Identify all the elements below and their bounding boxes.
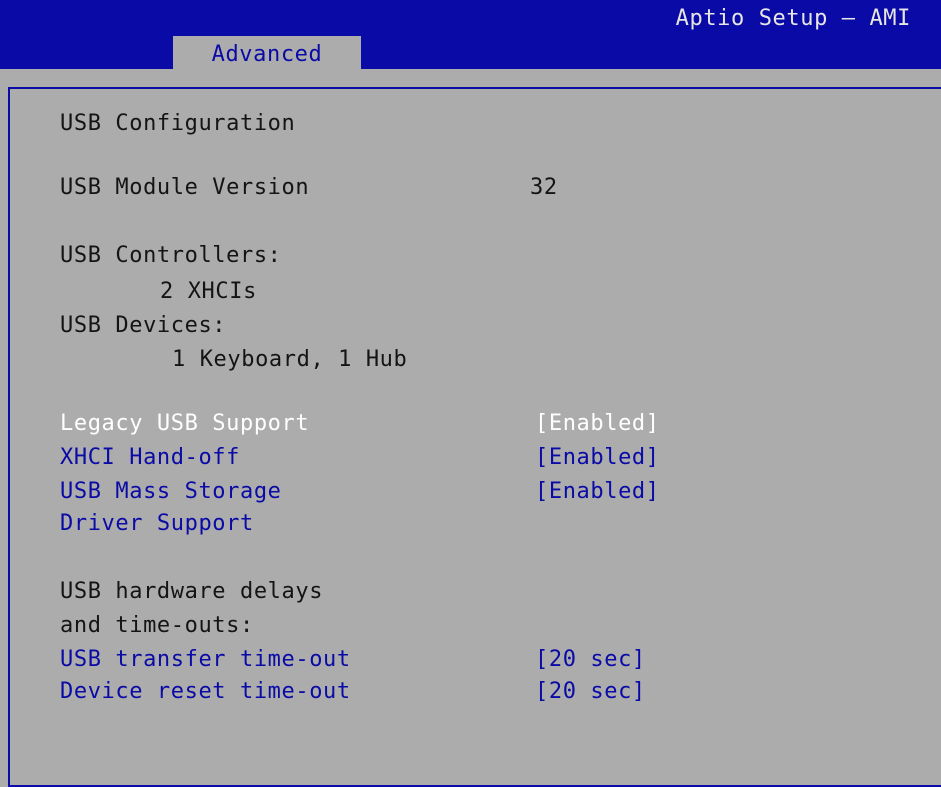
app-title: Aptio Setup – AMI [675, 6, 911, 31]
controllers-value: 2 XHCIs [160, 279, 257, 304]
section-title: USB Configuration [60, 111, 296, 136]
delays-heading: USB hardware delays [60, 579, 324, 604]
setting-label: Device reset time-out [60, 679, 351, 704]
setting-device-reset-timeout[interactable]: Device reset time-out [20 sec] [0, 676, 760, 708]
setting-usb-mass-storage-line2[interactable]: Driver Support [0, 508, 760, 540]
controllers-label: USB Controllers: [60, 243, 282, 268]
setting-value[interactable]: [20 sec] [535, 644, 646, 676]
setting-value[interactable]: [Enabled] [535, 442, 660, 474]
module-version-value: 32 [530, 175, 558, 200]
setting-value[interactable]: [Enabled] [535, 408, 660, 440]
setting-label: USB Mass Storage [60, 479, 282, 504]
setting-usb-transfer-timeout[interactable]: USB transfer time-out [20 sec] [0, 644, 760, 676]
setting-value[interactable]: [20 sec] [535, 676, 646, 708]
setting-xhci-hand-off[interactable]: XHCI Hand-off [Enabled] [0, 442, 760, 474]
devices-label: USB Devices: [60, 313, 227, 338]
tab-advanced[interactable]: Advanced [173, 36, 361, 73]
setting-value[interactable]: [Enabled] [535, 476, 660, 508]
module-version-label: USB Module Version [60, 175, 310, 200]
setting-legacy-usb-support[interactable]: Legacy USB Support [Enabled] [0, 408, 760, 440]
devices-value: 1 Keyboard, 1 Hub [172, 347, 408, 372]
setting-label-line2: Driver Support [60, 511, 254, 536]
delays-heading-line2: and time-outs: [60, 613, 254, 638]
setting-label: Legacy USB Support [60, 411, 310, 436]
setting-label: USB transfer time-out [60, 647, 351, 672]
setting-usb-mass-storage[interactable]: USB Mass Storage [Enabled] [0, 476, 760, 508]
title-bar: Aptio Setup – AMI Advanced [0, 0, 941, 73]
setting-label: XHCI Hand-off [60, 445, 240, 470]
